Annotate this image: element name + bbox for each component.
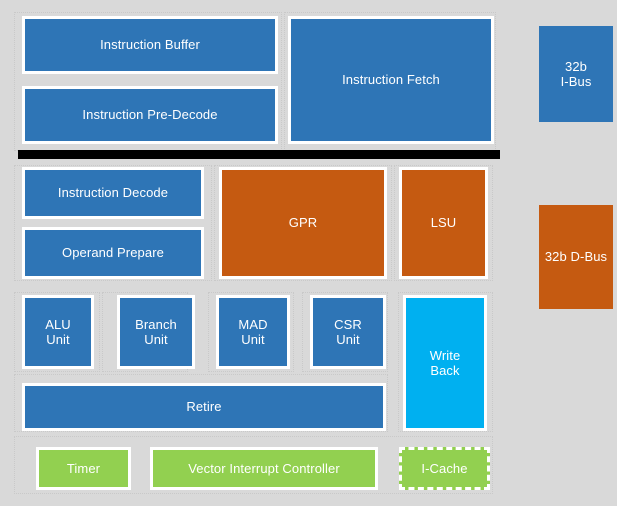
block-gpr-label: GPR (288, 215, 318, 231)
block-branch-unit-label: Branch Unit (135, 317, 177, 348)
block-lsu-label: LSU (430, 215, 457, 231)
block-instruction-fetch-label: Instruction Fetch (342, 72, 440, 88)
block-i-bus-line1: 32b (565, 58, 587, 74)
block-d-bus-label: 32b D-Bus (544, 249, 608, 265)
block-instruction-decode-label: Instruction Decode (57, 185, 169, 201)
block-i-bus[interactable]: 32b I-Bus (539, 26, 613, 122)
block-instruction-fetch[interactable]: Instruction Fetch (288, 16, 494, 144)
block-instruction-buffer-label: Instruction Buffer (100, 37, 200, 53)
block-operand-prepare-label: Operand Prepare (62, 245, 164, 261)
block-instruction-decode[interactable]: Instruction Decode (22, 167, 204, 219)
block-i-bus-label: 32b I-Bus (561, 59, 592, 90)
block-instruction-pre-decode-label: Instruction Pre-Decode (82, 107, 218, 123)
block-branch-unit-line1: Branch (135, 316, 177, 332)
block-csr-unit-line1: CSR (334, 316, 362, 332)
block-i-cache-label: I-Cache (421, 460, 468, 476)
block-write-back-line2: Back (430, 363, 460, 378)
block-alu-unit-line1: ALU (45, 316, 71, 332)
block-instruction-pre-decode[interactable]: Instruction Pre-Decode (22, 86, 278, 144)
block-retire[interactable]: Retire (22, 383, 386, 431)
block-alu-unit-line2: Unit (46, 332, 70, 347)
block-instruction-buffer[interactable]: Instruction Buffer (22, 16, 278, 74)
block-d-bus[interactable]: 32b D-Bus (539, 205, 613, 309)
cpu-pipeline-diagram: Instruction Buffer Instruction Pre-Decod… (0, 0, 617, 506)
block-i-cache[interactable]: I-Cache (399, 447, 490, 490)
block-branch-unit[interactable]: Branch Unit (117, 295, 195, 369)
block-vector-interrupt-controller-label: Vector Interrupt Controller (188, 460, 340, 476)
block-alu-unit[interactable]: ALU Unit (22, 295, 94, 369)
block-vector-interrupt-controller[interactable]: Vector Interrupt Controller (150, 447, 378, 490)
block-operand-prepare[interactable]: Operand Prepare (22, 227, 204, 279)
block-mad-unit-line1: MAD (238, 316, 268, 332)
block-lsu[interactable]: LSU (399, 167, 488, 279)
block-timer[interactable]: Timer (36, 447, 131, 490)
block-write-back-label: Write Back (430, 348, 461, 379)
block-csr-unit-label: CSR Unit (334, 317, 362, 348)
block-csr-unit-line2: Unit (336, 332, 360, 347)
internal-bus-bar (18, 150, 500, 159)
block-mad-unit[interactable]: MAD Unit (216, 295, 290, 369)
block-mad-unit-line2: Unit (241, 332, 265, 347)
block-timer-label: Timer (66, 460, 101, 476)
block-write-back-line1: Write (429, 347, 461, 363)
block-write-back[interactable]: Write Back (403, 295, 487, 431)
block-mad-unit-label: MAD Unit (238, 317, 267, 348)
block-alu-unit-label: ALU Unit (45, 317, 71, 348)
block-gpr[interactable]: GPR (219, 167, 387, 279)
block-branch-unit-line2: Unit (144, 332, 168, 347)
block-retire-label: Retire (186, 399, 222, 415)
block-i-bus-line2: I-Bus (560, 74, 592, 89)
block-csr-unit[interactable]: CSR Unit (310, 295, 386, 369)
